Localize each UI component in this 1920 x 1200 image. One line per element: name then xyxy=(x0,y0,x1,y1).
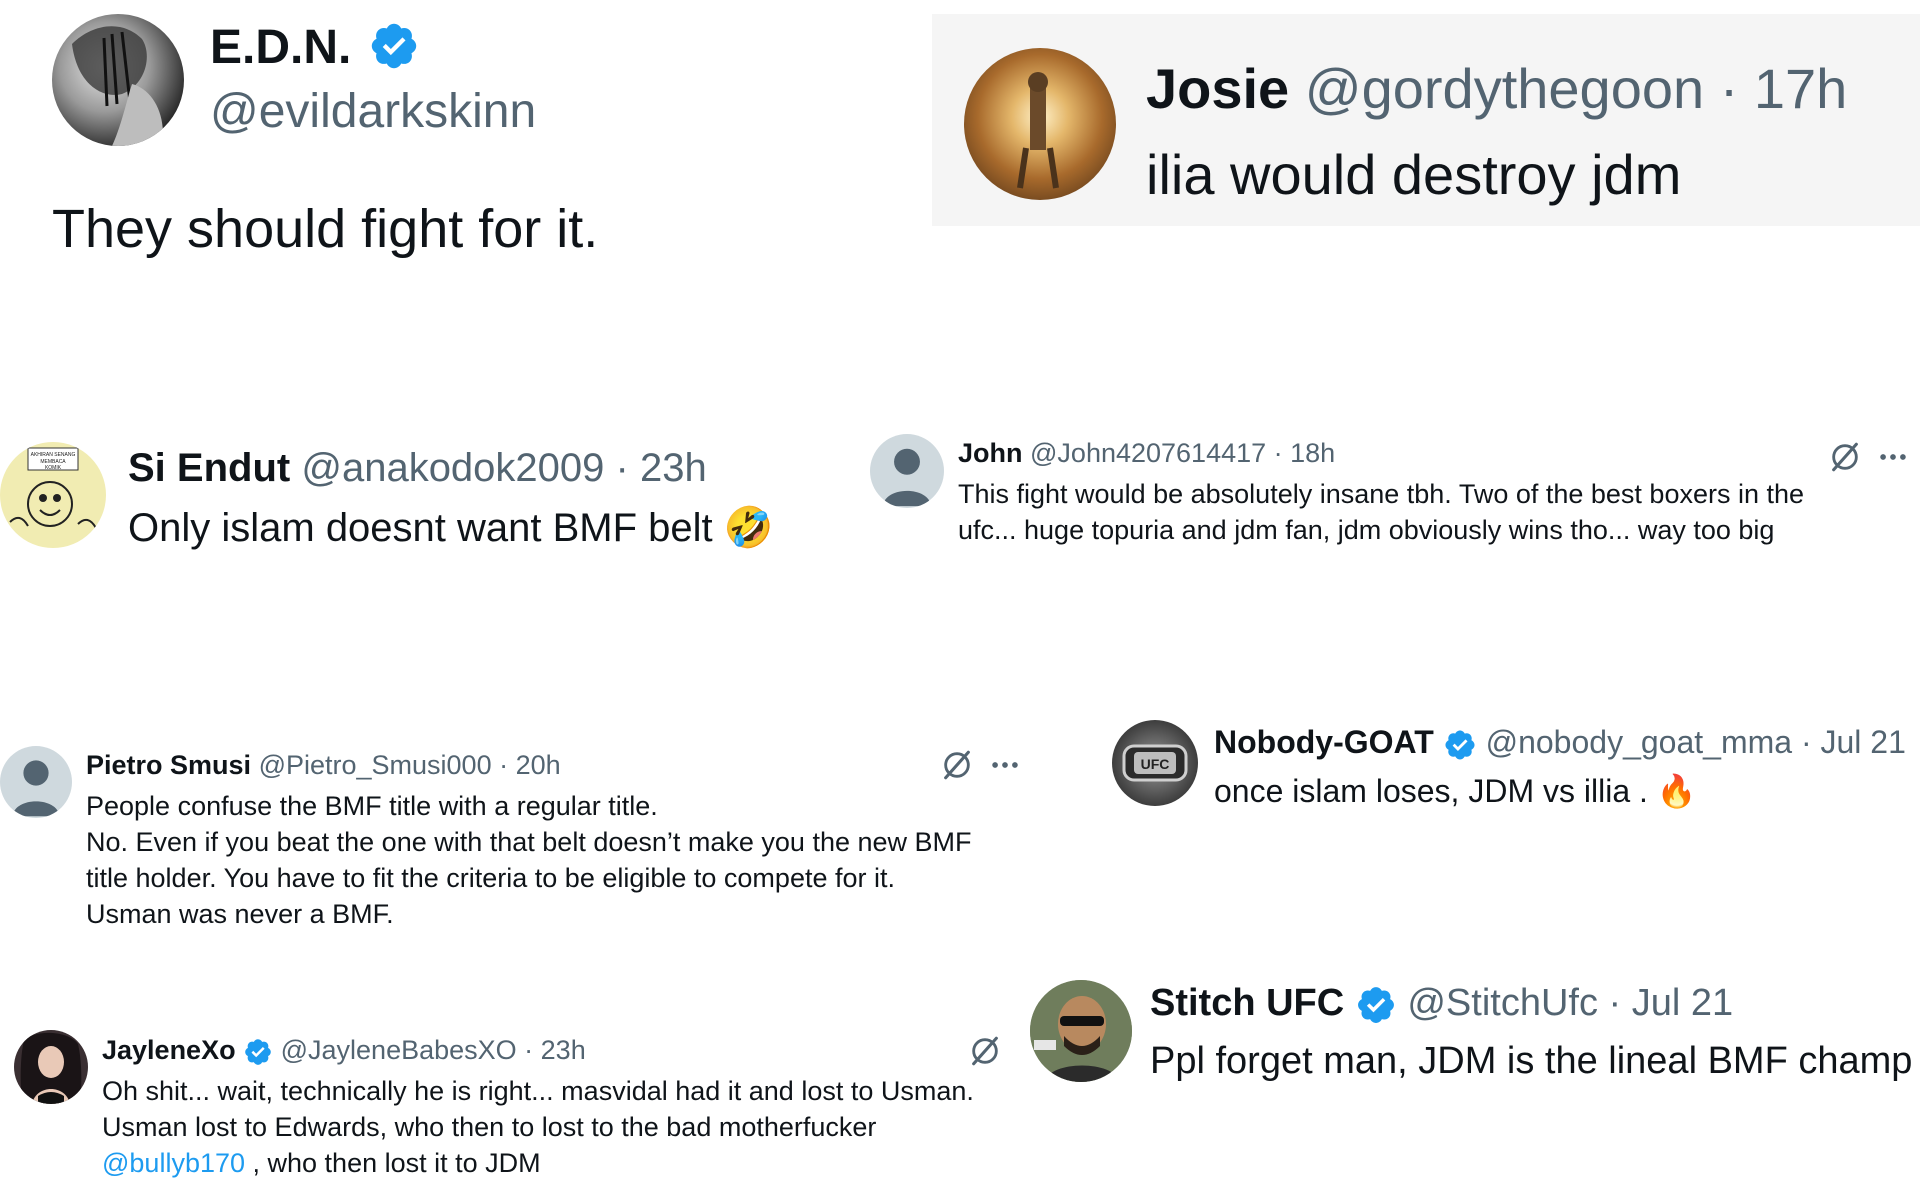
tweet-time[interactable]: · 23h xyxy=(616,446,707,490)
author-name[interactable]: E.D.N. xyxy=(210,20,351,75)
tweet-time[interactable]: · 20h xyxy=(499,750,561,780)
tweet-header: Nobody-GOAT @nobody_goat_mma · Jul 21 xyxy=(1214,724,1906,762)
tweet-john[interactable]: John @John4207614417 · 18h This fight wo… xyxy=(866,426,1920,556)
tweet-header: Si Endut @anakodok2009 · 23h xyxy=(128,446,707,491)
tweet-text-line: title holder. You have to fit the criter… xyxy=(86,863,895,893)
author-name[interactable]: Pietro Smusi xyxy=(86,750,251,780)
tweet-text-line: Usman lost to Edwards, who then to lost … xyxy=(102,1112,877,1142)
author-handle[interactable]: @anakodok2009 xyxy=(301,446,604,490)
author-handle[interactable]: @StitchUfc xyxy=(1407,982,1598,1024)
tweet-text-body: once islam loses, JDM vs illia . xyxy=(1214,773,1648,809)
author-name[interactable]: John xyxy=(958,438,1023,468)
tweet-text-body: Only islam doesnt want BMF belt xyxy=(128,506,713,550)
tweet-time[interactable]: · Jul 21 xyxy=(1609,982,1734,1024)
fire-emoji-icon: 🔥 xyxy=(1656,773,1697,809)
tweet-text-tail: , who then lost it to JDM xyxy=(245,1148,541,1178)
tweet-text-line: Oh shit... wait, technically he is right… xyxy=(102,1076,974,1106)
tweet-text: once islam loses, JDM vs illia . 🔥 xyxy=(1214,772,1697,810)
tweet-text-line: People confuse the BMF title with a regu… xyxy=(86,791,658,821)
tweet-text-line: This fight would be absolutely insane tb… xyxy=(958,479,1805,509)
tweet-pietro[interactable]: Pietro Smusi @Pietro_Smusi000 · 20h Peop… xyxy=(0,740,1040,940)
author-handle[interactable]: @JayleneBabesXO xyxy=(281,1035,517,1065)
tweet-text: They should fight for it. xyxy=(52,199,599,259)
svg-text:KOMIK: KOMIK xyxy=(45,465,62,471)
avatar[interactable] xyxy=(1030,980,1132,1082)
author-name[interactable]: Nobody-GOAT xyxy=(1214,724,1434,760)
tweet-stitch[interactable]: Stitch UFC @StitchUfc · Jul 21 Ppl forge… xyxy=(1024,976,1920,1096)
verified-badge-icon xyxy=(243,1037,273,1067)
author-handle[interactable]: @evildarkskinn xyxy=(210,84,536,139)
tweet-edn[interactable]: E.D.N. @evildarkskinn They should fight … xyxy=(0,0,900,300)
tweet-header: John @John4207614417 · 18h xyxy=(958,438,1335,469)
tweet-header: Pietro Smusi @Pietro_Smusi000 · 20h xyxy=(86,750,561,781)
tweet-time[interactable]: · 17h xyxy=(1720,57,1848,120)
tweet-time[interactable]: · 23h xyxy=(524,1035,586,1065)
author-handle[interactable]: @nobody_goat_mma xyxy=(1486,724,1792,760)
tweet-josie[interactable]: Josie @gordythegoon · 17h ilia would des… xyxy=(932,14,1920,226)
tweet-text: ilia would destroy jdm xyxy=(1146,143,1682,206)
tweet-time[interactable]: · Jul 21 xyxy=(1801,724,1906,760)
avatar[interactable]: UFC xyxy=(1112,720,1198,806)
author-name[interactable]: Stitch UFC xyxy=(1150,982,1344,1024)
tweet-text-line: Usman was never a BMF. xyxy=(86,899,394,929)
svg-text:AKHIRAN SENANG: AKHIRAN SENANG xyxy=(31,452,76,458)
tweet-time[interactable]: · 18h xyxy=(1274,438,1336,468)
tweet-text-line: @bullyb170 , who then lost it to JDM xyxy=(102,1148,541,1179)
grok-icon[interactable] xyxy=(968,1034,1002,1068)
more-dots-icon[interactable] xyxy=(988,748,1022,782)
tweet-header: JayleneXo @JayleneBabesXO · 23h xyxy=(102,1035,586,1067)
grok-icon[interactable] xyxy=(1828,440,1862,474)
author-handle[interactable]: @gordythegoon xyxy=(1305,57,1704,120)
tweet-text-line: ufc... huge topuria and jdm fan, jdm obv… xyxy=(958,515,1775,545)
tweet-jaylene[interactable]: JayleneXo @JayleneBabesXO · 23h Oh shit.… xyxy=(0,1024,1040,1200)
author-name[interactable]: JayleneXo xyxy=(102,1035,236,1065)
tweet-text: Only islam doesnt want BMF belt 🤣 xyxy=(128,504,774,551)
avatar[interactable] xyxy=(14,1030,88,1104)
tweet-header: Stitch UFC @StitchUfc · Jul 21 xyxy=(1150,982,1733,1026)
verified-badge-icon xyxy=(1355,984,1397,1026)
avatar[interactable] xyxy=(964,48,1116,200)
avatar[interactable] xyxy=(870,434,944,508)
avatar[interactable] xyxy=(0,746,72,818)
verified-badge-icon xyxy=(1443,728,1477,762)
tweet-header: Josie @gordythegoon · 17h xyxy=(1146,56,1847,121)
mention-link[interactable]: @bullyb170 xyxy=(102,1148,245,1178)
avatar-logo-text: UFC xyxy=(1141,756,1170,772)
tweet-text: Ppl forget man, JDM is the lineal BMF ch… xyxy=(1150,1040,1913,1082)
author-name[interactable]: Josie xyxy=(1146,57,1289,120)
tweet-text-line: No. Even if you beat the one with that b… xyxy=(86,827,972,857)
tweet-si-endut[interactable]: AKHIRAN SENANG MEMBACA KOMIK Si Endut @a… xyxy=(0,430,840,570)
author-handle[interactable]: @Pietro_Smusi000 xyxy=(259,750,492,780)
avatar[interactable] xyxy=(52,14,184,146)
author-handle[interactable]: @John4207614417 xyxy=(1030,438,1266,468)
avatar[interactable]: AKHIRAN SENANG MEMBACA KOMIK xyxy=(0,442,106,548)
more-dots-icon[interactable] xyxy=(1876,440,1910,474)
rofl-emoji-icon: 🤣 xyxy=(723,506,774,550)
verified-badge-icon xyxy=(368,20,420,72)
grok-icon[interactable] xyxy=(940,748,974,782)
author-name[interactable]: Si Endut xyxy=(128,446,290,490)
tweet-nobody-goat[interactable]: UFC Nobody-GOAT @nobody_goat_mma · Jul 2… xyxy=(1100,714,1920,824)
